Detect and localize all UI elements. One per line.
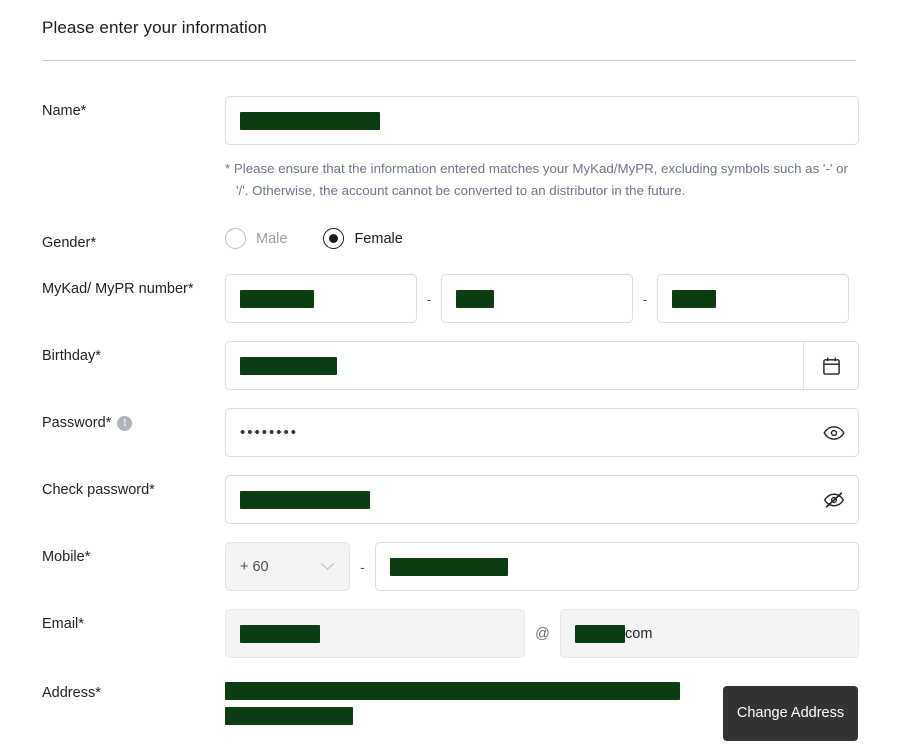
email-label: Email* — [42, 616, 84, 633]
redacted-birthday-value — [240, 356, 337, 375]
gender-option-male[interactable]: Male — [225, 228, 288, 250]
mykad-label: MyKad/ MyPR number* — [42, 281, 194, 298]
redacted-check-password-value — [240, 490, 370, 509]
email-domain-suffix: com — [625, 625, 653, 642]
mykad-separator-2: - — [642, 290, 648, 307]
birthday-field[interactable] — [225, 341, 859, 391]
gender-option-female[interactable]: Female — [323, 228, 403, 250]
address-label: Address* — [42, 685, 101, 702]
gender-label: Gender* — [42, 235, 97, 252]
mykad-row: MyKad/ MyPR number* - - — [42, 274, 856, 324]
email-row: Email* @ com — [42, 609, 859, 659]
redacted-address-line-1 — [225, 682, 680, 701]
chevron-down-icon — [320, 558, 335, 576]
radio-dot — [329, 234, 339, 244]
redacted-email-local — [240, 624, 320, 643]
check-password-row: Check password* — [42, 475, 859, 525]
password-label-text: Password* — [42, 415, 112, 432]
radio-mark-female — [323, 228, 345, 250]
radio-mark-male — [225, 228, 246, 250]
password-value: •••••••• — [240, 424, 299, 442]
change-address-button[interactable]: Change Address — [723, 686, 858, 741]
redacted-mykad-part1 — [240, 289, 314, 308]
redacted-address-line-2 — [225, 707, 353, 726]
mykad-input-part3[interactable] — [657, 274, 849, 324]
email-domain-input[interactable]: com — [560, 609, 859, 659]
calendar-icon[interactable] — [803, 342, 858, 390]
mobile-number-input[interactable] — [375, 542, 859, 592]
mykad-input-part2[interactable] — [441, 274, 633, 324]
eye-icon[interactable] — [823, 425, 845, 441]
check-password-label: Check password* — [42, 482, 155, 499]
redacted-name-value — [240, 111, 380, 130]
email-local-input[interactable] — [225, 609, 525, 659]
birthday-label: Birthday* — [42, 348, 101, 365]
mobile-row: Mobile* + 60 - — [42, 542, 859, 592]
password-input[interactable]: •••••••• — [225, 408, 859, 458]
gender-option-female-label: Female — [354, 230, 403, 247]
gender-row: Gender* Male Female — [42, 228, 856, 251]
birthday-row: Birthday* — [42, 341, 859, 391]
registration-form: Please enter your information Name* * Pl… — [0, 0, 900, 746]
eye-off-icon[interactable] — [823, 491, 845, 509]
birthday-input[interactable] — [226, 342, 803, 389]
country-code-value: + 60 — [240, 558, 269, 575]
mobile-separator: - — [360, 558, 365, 575]
mobile-label: Mobile* — [42, 549, 91, 566]
redacted-email-domain — [575, 624, 625, 643]
name-input[interactable] — [225, 96, 859, 145]
name-hint: * Please ensure that the information ent… — [225, 161, 848, 198]
redacted-mykad-part2 — [456, 289, 494, 308]
title-divider — [42, 60, 856, 61]
mykad-separator-1: - — [426, 290, 432, 307]
password-label: Password* ! — [42, 408, 225, 431]
check-password-input[interactable] — [225, 475, 859, 525]
gender-radio-group: Male Female — [225, 228, 403, 250]
gender-option-male-label: Male — [256, 230, 288, 247]
name-row: Name* — [42, 96, 859, 145]
mykad-input-part1[interactable] — [225, 274, 417, 324]
password-row: Password* ! •••••••• — [42, 408, 859, 458]
name-label: Name* — [42, 103, 87, 119]
redacted-mykad-part3 — [672, 289, 716, 308]
email-at-symbol: @ — [535, 625, 550, 642]
info-icon[interactable]: ! — [117, 415, 133, 431]
redacted-mobile-value — [390, 557, 508, 576]
country-code-select[interactable]: + 60 — [225, 542, 350, 592]
page-title: Please enter your information — [42, 18, 267, 37]
